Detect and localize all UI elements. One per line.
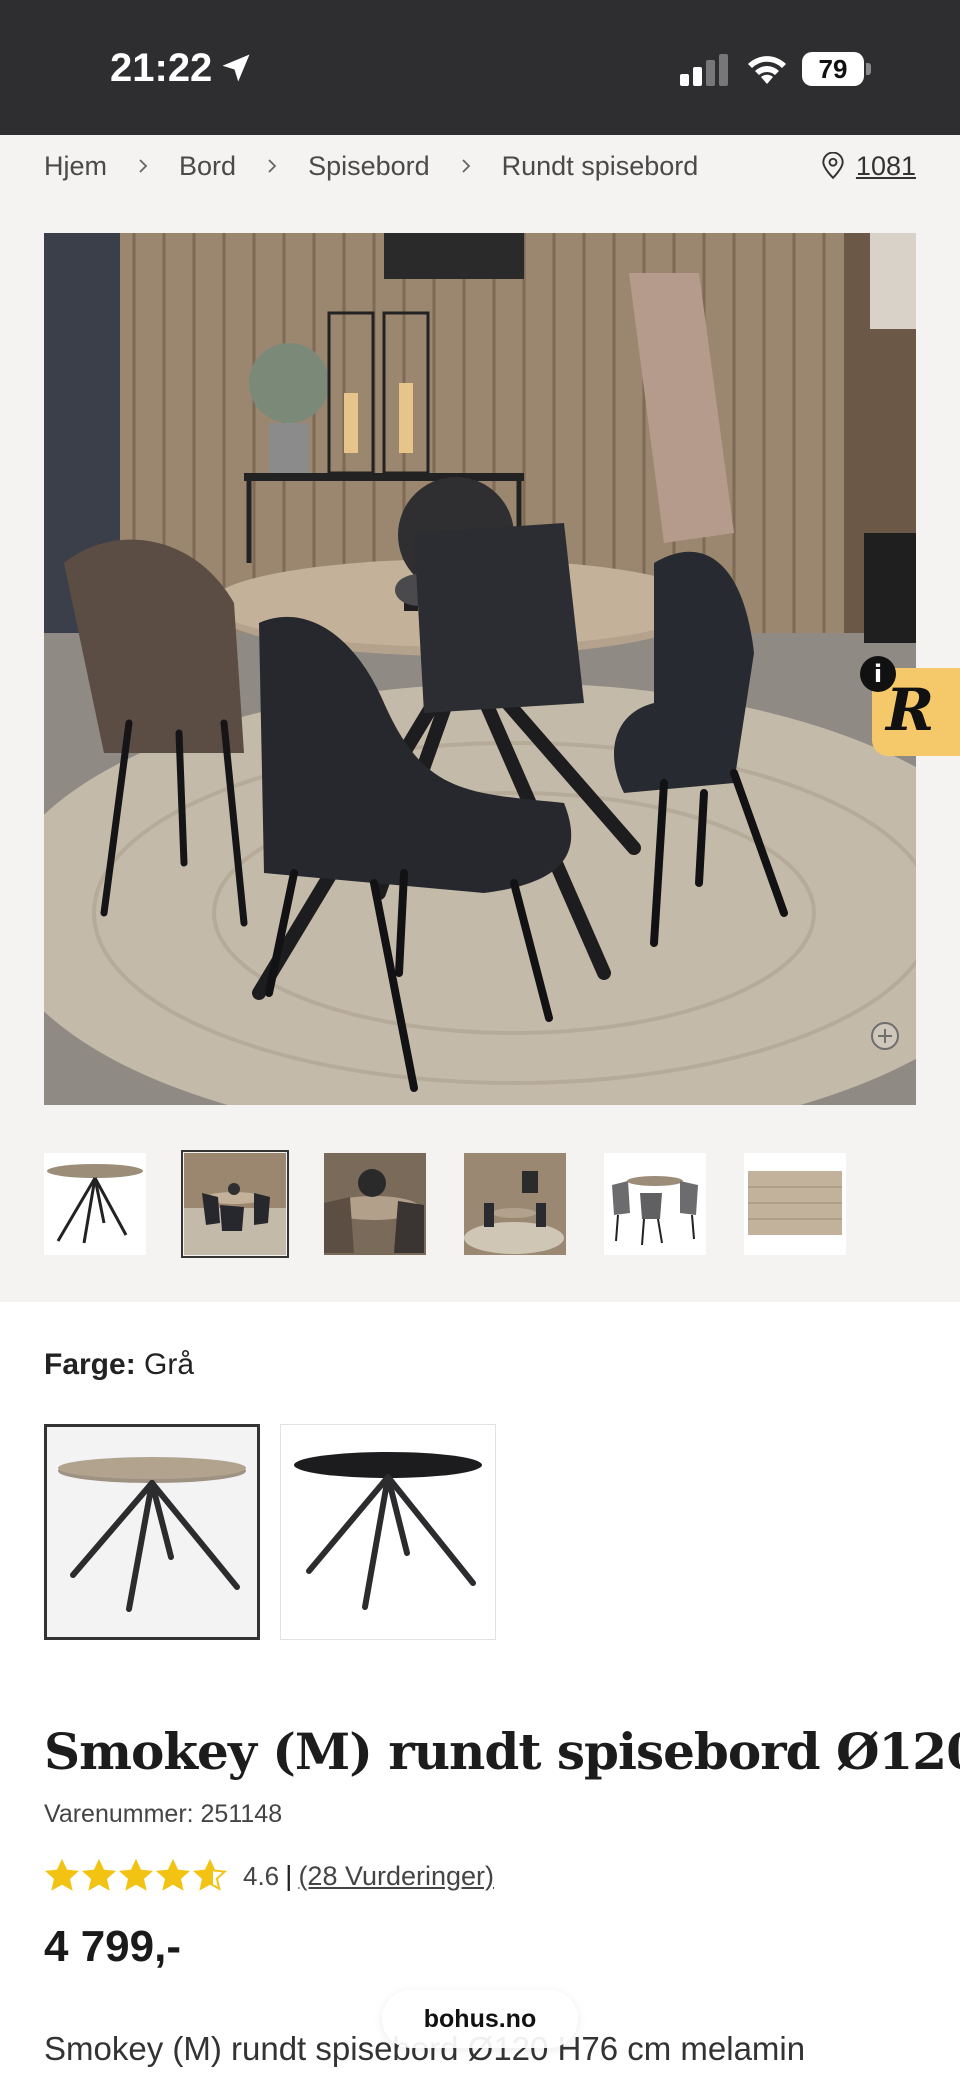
zoom-in-icon[interactable] (869, 1020, 901, 1052)
star-icon (155, 1859, 191, 1891)
color-option-gra[interactable] (44, 1424, 260, 1640)
map-pin-icon (822, 152, 844, 180)
star-icon (44, 1859, 80, 1891)
reviews-link[interactable]: (28 Vurderinger) (298, 1861, 494, 1892)
thumbnail-5[interactable] (604, 1153, 706, 1255)
thumbnail-6[interactable] (744, 1153, 846, 1255)
thumbnail-4[interactable] (464, 1153, 566, 1255)
color-option-svart[interactable] (280, 1424, 496, 1640)
breadcrumb-home[interactable]: Hjem (44, 151, 107, 182)
battery-level: 79 (802, 52, 864, 86)
cellular-signal-icon (680, 54, 728, 86)
breadcrumb-bord[interactable]: Bord (179, 151, 236, 182)
breadcrumb-spisebord[interactable]: Spisebord (308, 151, 430, 182)
product-price: 4 799,- (44, 1922, 181, 1971)
product-rating: 4.6 | (28 Vurderinger) (44, 1856, 494, 1896)
rating-separator: | (285, 1860, 293, 1891)
rating-value: 4.6 (243, 1860, 280, 1891)
thumbnail-1[interactable] (44, 1153, 146, 1255)
color-value: Grå (144, 1348, 195, 1381)
chevron-right-icon (268, 159, 277, 173)
store-selector[interactable]: 1081 (820, 146, 916, 186)
rating-stars (44, 1859, 229, 1893)
star-icon (81, 1859, 117, 1891)
star-icon (118, 1859, 154, 1891)
wifi-icon (748, 56, 786, 84)
breadcrumb: Hjem Bord Spisebord Rundt spisebord (44, 146, 698, 186)
chevron-right-icon (139, 159, 148, 173)
star-icon (192, 1859, 228, 1891)
product-title: Smokey (M) rundt spisebord Ø120 (44, 1722, 960, 1781)
info-icon[interactable]: i (860, 656, 896, 692)
product-main-image[interactable] (44, 233, 916, 1105)
thumbnail-3[interactable] (324, 1153, 426, 1255)
status-bar: 21:22 79 (0, 0, 960, 135)
assistant-logo: R (886, 676, 935, 744)
browser-url-bar[interactable]: bohus.no (382, 1990, 578, 2048)
location-arrow-icon (222, 54, 250, 82)
chevron-right-icon (462, 159, 470, 173)
store-code[interactable]: 1081 (856, 151, 916, 182)
color-label: Farge: (44, 1348, 136, 1381)
status-time: 21:22 (110, 46, 213, 90)
product-sku: Varenummer: 251148 (44, 1800, 283, 1828)
color-selector-label: Farge: Grå (44, 1348, 194, 1382)
battery-icon: 79 (802, 52, 872, 88)
thumbnail-2[interactable] (181, 1150, 289, 1258)
breadcrumb-rundt-spisebord[interactable]: Rundt spisebord (502, 151, 699, 182)
